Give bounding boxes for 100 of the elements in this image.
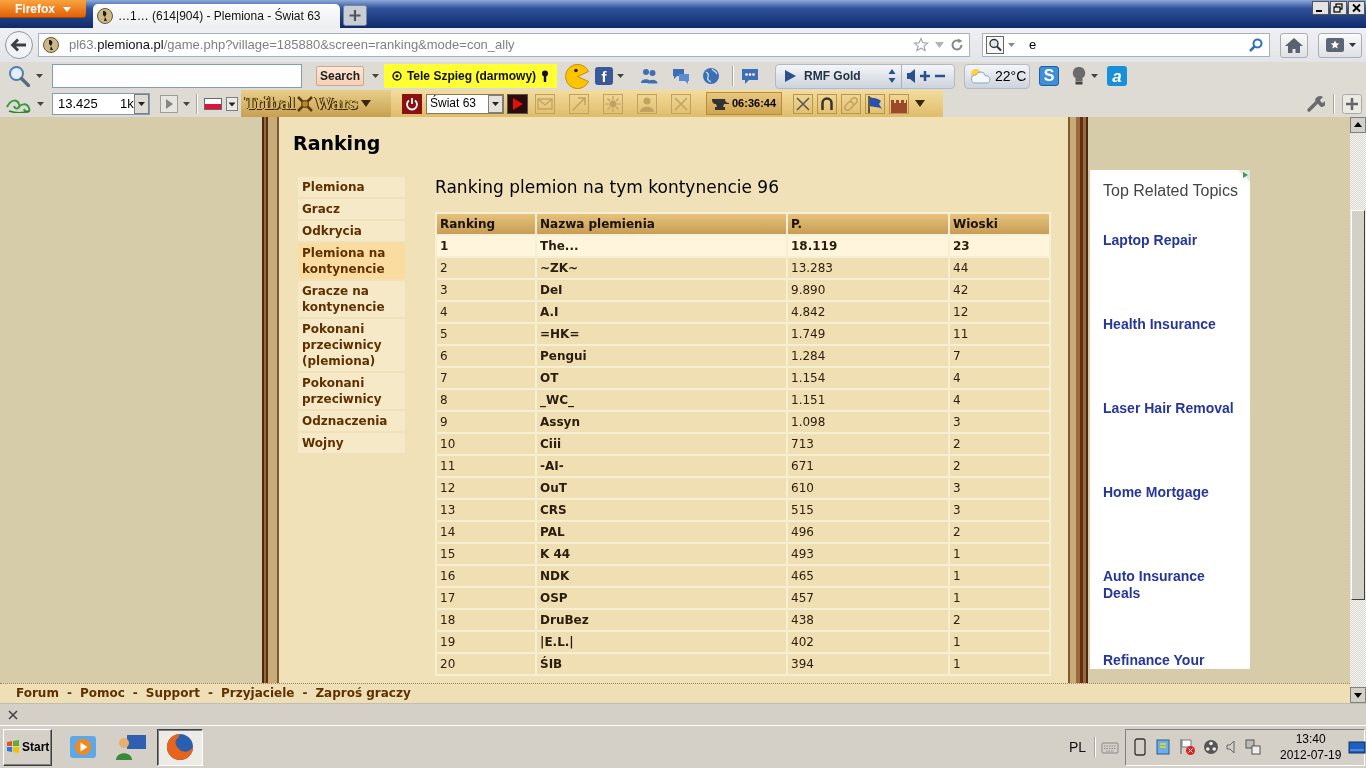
- tribe-link[interactable]: K 44: [540, 547, 571, 561]
- minimize-button[interactable]: [1312, 1, 1329, 15]
- flag-icon[interactable]: [204, 97, 222, 110]
- speaker-icon[interactable]: [1226, 739, 1238, 755]
- dropdown-button[interactable]: [134, 93, 149, 114]
- plus-icon[interactable]: [920, 71, 930, 81]
- film-reel-icon[interactable]: [1203, 739, 1219, 755]
- wrench-icon[interactable]: [1305, 93, 1325, 114]
- caret-icon[interactable]: [372, 74, 379, 78]
- search-button[interactable]: Search: [316, 66, 364, 86]
- ad-link[interactable]: Home Mortgage: [1103, 484, 1241, 568]
- tribe-link[interactable]: NDK: [540, 569, 570, 583]
- speaker-icon[interactable]: [907, 68, 918, 84]
- horseshoe-icon[interactable]: [817, 93, 837, 114]
- dropdown-button[interactable]: [226, 96, 238, 111]
- search-engine-icon[interactable]: [986, 36, 1004, 54]
- search-field[interactable]: e: [982, 33, 1270, 57]
- ad-link[interactable]: Laser Hair Removal: [1103, 400, 1241, 484]
- caret-icon[interactable]: [915, 100, 925, 107]
- tribe-link[interactable]: CRS: [540, 503, 567, 517]
- scroll-down-button[interactable]: [1350, 687, 1366, 703]
- flag-error-icon[interactable]: [1178, 738, 1196, 756]
- tribe-link[interactable]: DruBez: [540, 613, 589, 627]
- tribe-link[interactable]: Pengui: [540, 349, 587, 363]
- logo-button[interactable]: Tribal Wars: [241, 90, 391, 117]
- promo-button[interactable]: Tele Szpieg (darmowy): [384, 64, 557, 88]
- tribe-link[interactable]: OuT: [540, 481, 567, 495]
- home-button[interactable]: [1280, 32, 1308, 58]
- back-button[interactable]: [5, 31, 33, 59]
- desktop-icon[interactable]: [1348, 739, 1366, 755]
- tribe-link[interactable]: ~ZK~: [540, 261, 579, 275]
- caret-icon[interactable]: [1348, 43, 1356, 47]
- ad-link[interactable]: Laptop Repair: [1103, 232, 1241, 316]
- play-button[interactable]: [507, 93, 528, 114]
- reload-icon[interactable]: [950, 38, 964, 52]
- search-icon[interactable]: [1249, 38, 1263, 52]
- menu-link[interactable]: Plemiona: [298, 177, 405, 197]
- ad-link[interactable]: Health Insurance: [1103, 316, 1241, 400]
- browser-tab[interactable]: …1… (614|904) - Plemiona - Świat 63: [93, 4, 340, 28]
- weather-widget[interactable]: 22°C: [964, 63, 1030, 89]
- toolbar-search-field[interactable]: [52, 64, 302, 88]
- tribe-link[interactable]: |E.L.|: [540, 635, 574, 649]
- footer-link[interactable]: Pomoc: [79, 686, 125, 701]
- station-name[interactable]: RMF Gold: [804, 68, 888, 84]
- footer-link[interactable]: Support: [145, 686, 201, 701]
- tribe-link[interactable]: _WC_: [540, 393, 575, 407]
- restore-button[interactable]: [1330, 1, 1347, 15]
- tribe-link[interactable]: Ciii: [540, 437, 562, 451]
- tribe-link[interactable]: Assyn: [540, 415, 580, 429]
- clock-time[interactable]: 13:40: [1295, 731, 1326, 747]
- new-tab-button[interactable]: [343, 5, 367, 26]
- tribe-link[interactable]: A.I: [540, 305, 559, 319]
- plus-button[interactable]: [1342, 93, 1362, 114]
- address-bar[interactable]: pl63.plemiona.pl/game.php?village=185880&screen=ranking&mode=con_ally: [38, 33, 970, 57]
- caret-icon[interactable]: [37, 101, 44, 106]
- people-icon[interactable]: [640, 67, 658, 85]
- menu-link[interactable]: Plemiona na kontynencie: [298, 243, 405, 279]
- search-icon[interactable]: [8, 65, 30, 87]
- caret-icon[interactable]: [36, 74, 43, 78]
- chat-icon[interactable]: [672, 67, 690, 85]
- footer-link[interactable]: Forum: [16, 686, 59, 701]
- phone-icon[interactable]: [1132, 738, 1148, 756]
- scroll-up-button[interactable]: [1350, 117, 1366, 133]
- tribe-link[interactable]: OSP: [540, 591, 568, 605]
- scrollbar-thumb[interactable]: [1351, 210, 1365, 600]
- menu-link[interactable]: Pokonani przeciwnicy: [298, 373, 405, 409]
- caret-icon[interactable]: [183, 101, 190, 106]
- menu-link[interactable]: Odznaczenia: [298, 411, 405, 431]
- caret-icon[interactable]: [361, 100, 372, 107]
- menu-link[interactable]: Gracz: [298, 199, 405, 219]
- globe-icon[interactable]: [702, 67, 720, 85]
- network-icon[interactable]: [1245, 739, 1261, 755]
- tribe-link[interactable]: ŚIB: [540, 657, 563, 671]
- tribe-link[interactable]: OT: [540, 371, 559, 385]
- menu-link[interactable]: Odkrycia: [298, 221, 405, 241]
- ad-link[interactable]: Refinance Your: [1103, 652, 1241, 669]
- start-button[interactable]: Start: [3, 728, 52, 766]
- castle-icon[interactable]: [889, 93, 909, 114]
- cross-icon[interactable]: [793, 93, 813, 114]
- play-icon[interactable]: [784, 69, 796, 83]
- notepad-icon[interactable]: [1155, 738, 1171, 756]
- tribe-link[interactable]: =HK=: [540, 327, 580, 341]
- tribe-link[interactable]: -AI-: [540, 459, 564, 473]
- spinner-icon[interactable]: [888, 68, 896, 84]
- flag-icon[interactable]: [865, 93, 885, 114]
- amount-combo[interactable]: 13.425 1k: [52, 92, 150, 115]
- bookmarks-button[interactable]: [1318, 32, 1362, 58]
- menu-link[interactable]: Wojny: [298, 433, 405, 453]
- footer-link[interactable]: Przyjaciele: [221, 686, 295, 701]
- letter-tile[interactable]: f: [595, 67, 613, 85]
- speech-bubble-icon[interactable]: [741, 67, 759, 85]
- language-indicator[interactable]: PL: [1068, 738, 1086, 756]
- menu-link[interactable]: Pokonani przeciwnicy (plemiona): [298, 319, 405, 371]
- close-button[interactable]: [1348, 1, 1365, 15]
- star-icon[interactable]: [913, 37, 929, 53]
- tribe-link[interactable]: PAL: [540, 525, 565, 539]
- clock-date[interactable]: 2012-07-19: [1280, 747, 1342, 763]
- tribe-link[interactable]: DeI: [540, 283, 563, 297]
- taskbar-button[interactable]: [157, 728, 203, 766]
- radio-widget[interactable]: RMF Gold: [775, 63, 955, 89]
